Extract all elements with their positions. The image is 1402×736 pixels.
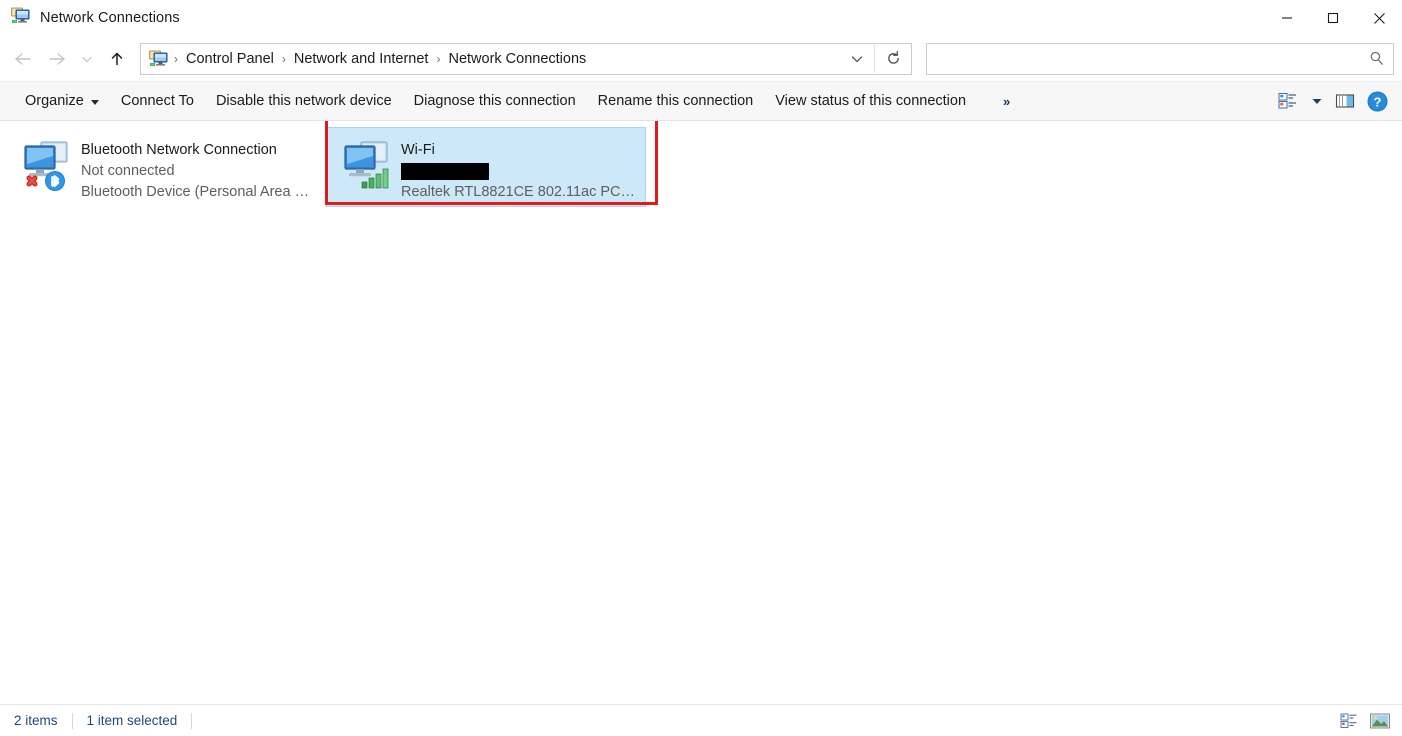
network-connections-window: Network Connections › Control Panel › Ne… <box>0 0 1402 736</box>
change-view-icon[interactable] <box>1274 86 1304 116</box>
maximize-button[interactable] <box>1310 0 1356 36</box>
diagnose-connection-button[interactable]: Diagnose this connection <box>403 88 587 114</box>
view-status-label: View status of this connection <box>775 93 967 109</box>
up-arrow-icon[interactable] <box>100 43 134 75</box>
disable-network-device-button[interactable]: Disable this network device <box>205 88 403 114</box>
forward-arrow-icon[interactable] <box>40 43 74 75</box>
connection-device: Bluetooth Device (Personal Area … <box>81 184 310 200</box>
address-chevron-down-icon[interactable] <box>840 45 874 73</box>
caret-down-icon <box>90 99 99 105</box>
wi-fi-tile-text: Wi-Fi Realtek RTL8821CE 802.11ac PCIe … <box>401 134 637 203</box>
breadcrumb: › Control Panel › Network and Internet ›… <box>141 44 840 74</box>
title-bar-left: Network Connections <box>0 7 180 30</box>
status-bar: 2 items 1 item selected <box>0 704 1402 736</box>
redacted-ssid-bar <box>401 163 489 180</box>
breadcrumb-folder-icon[interactable] <box>149 50 173 68</box>
help-icon[interactable]: ? <box>1362 86 1392 116</box>
window-controls <box>1264 0 1402 36</box>
bluetooth-network-connection-tile[interactable]: Bluetooth Network Connection Not connect… <box>6 127 326 207</box>
details-view-button[interactable] <box>1338 709 1362 733</box>
connection-name: Bluetooth Network Connection <box>81 142 277 158</box>
organize-label: Organize <box>25 93 84 109</box>
svg-text:?: ? <box>1373 94 1381 109</box>
title-bar: Network Connections <box>0 0 1402 36</box>
network-connections-icon <box>11 7 31 30</box>
large-icons-view-button[interactable] <box>1368 709 1392 733</box>
organize-button[interactable]: Organize <box>14 88 110 114</box>
connections-list[interactable]: Bluetooth Network Connection Not connect… <box>0 121 1402 704</box>
navigation-bar: › Control Panel › Network and Internet ›… <box>0 36 1402 81</box>
item-count-label: 2 items <box>14 713 58 728</box>
status-divider <box>191 712 193 729</box>
status-divider <box>71 712 73 729</box>
status-bar-view-buttons <box>1338 705 1392 736</box>
search-icon[interactable] <box>1359 45 1393 73</box>
connect-to-label: Connect To <box>120 93 194 109</box>
command-bar-overflow-button[interactable]: » <box>991 88 1022 115</box>
breadcrumb-item-control-panel[interactable]: Control Panel <box>179 45 281 73</box>
rename-connection-button[interactable]: Rename this connection <box>587 88 765 114</box>
search-box[interactable] <box>926 42 1394 75</box>
wi-fi-connection-tile[interactable]: Wi-Fi Realtek RTL8821CE 802.11ac PCIe … <box>326 127 646 207</box>
recent-locations-chevron-down-icon[interactable] <box>74 43 100 75</box>
search-input[interactable] <box>927 45 1359 72</box>
wifi-signal-icon <box>361 168 389 189</box>
change-view-dropdown-icon[interactable] <box>1306 86 1328 116</box>
diagnose-connection-label: Diagnose this connection <box>413 93 576 109</box>
view-status-button[interactable]: View status of this connection <box>764 88 977 114</box>
minimize-button[interactable] <box>1264 0 1310 36</box>
disable-network-device-label: Disable this network device <box>215 93 392 109</box>
address-bar[interactable]: › Control Panel › Network and Internet ›… <box>140 42 912 75</box>
connection-name: Wi-Fi <box>401 142 435 158</box>
command-bar: Organize Connect To Disable this network… <box>0 81 1402 121</box>
connections-tiles: Bluetooth Network Connection Not connect… <box>0 121 646 207</box>
connection-device: Realtek RTL8821CE 802.11ac PCIe … <box>401 184 637 200</box>
window-title: Network Connections <box>40 10 180 26</box>
connect-to-button[interactable]: Connect To <box>110 88 205 114</box>
network-adapter-icon <box>335 134 397 196</box>
selection-count-label: 1 item selected <box>86 713 178 728</box>
network-adapter-icon <box>15 134 77 196</box>
preview-pane-icon[interactable] <box>1330 86 1360 116</box>
bluetooth-tile-text: Bluetooth Network Connection Not connect… <box>81 134 309 203</box>
connection-status: Not connected <box>81 163 175 179</box>
refresh-icon[interactable] <box>874 44 911 73</box>
rename-connection-label: Rename this connection <box>597 93 754 109</box>
command-bar-right-icons: ? <box>1274 82 1392 120</box>
close-button[interactable] <box>1356 0 1402 36</box>
breadcrumb-item-network-connections[interactable]: Network Connections <box>441 45 593 73</box>
back-arrow-icon[interactable] <box>6 43 40 75</box>
breadcrumb-item-network-and-internet[interactable]: Network and Internet <box>287 45 436 73</box>
